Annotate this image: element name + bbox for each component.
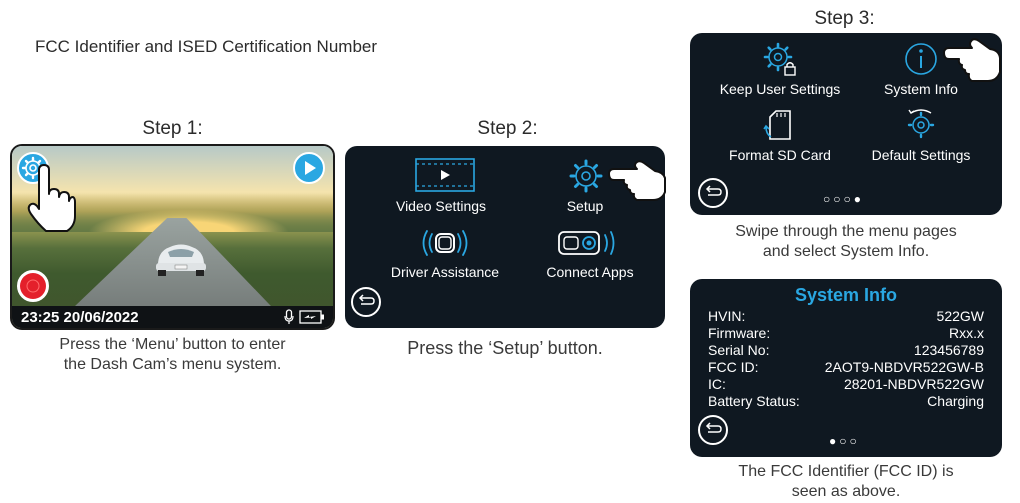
menu-page-4-screen: Keep User Settings System Info Format SD… [690, 33, 1002, 215]
format-sd-card-button[interactable]: Format SD Card [710, 107, 850, 165]
pointing-hand-icon [27, 164, 76, 232]
connect-apps-button[interactable]: Connect Apps [535, 226, 645, 282]
sd-card-format-icon [763, 110, 791, 140]
info-row-battery: Battery Status: Charging [708, 393, 984, 409]
system-info-caption: The FCC Identifier (FCC ID) is seen as a… [690, 462, 1002, 502]
driver-assistance-label: Driver Assistance [390, 264, 500, 280]
back-button[interactable] [698, 178, 728, 208]
system-info-label: System Info [884, 81, 958, 97]
playback-button[interactable] [293, 152, 325, 184]
step3-caption-line1: Swipe through the menu pages [735, 223, 957, 240]
microphone-icon [284, 309, 294, 324]
page-title: FCC Identifier and ISED Certification Nu… [35, 37, 378, 56]
keep-user-settings-button[interactable]: Keep User Settings [710, 41, 850, 99]
info-row-firmware: Firmware: Rxx.x [708, 325, 984, 341]
step1-label: Step 1: [142, 118, 203, 139]
driver-assistance-icon [422, 230, 468, 256]
system-info-title: System Info [794, 285, 898, 305]
timestamp: 23:25 20/06/2022 [21, 309, 139, 326]
info-value: 28201-NBDVR522GW [843, 376, 984, 392]
battery-charging-icon [299, 310, 324, 324]
default-settings-label: Default Settings [871, 147, 971, 163]
play-icon [305, 161, 316, 175]
back-arrow-icon [705, 185, 722, 196]
info-key: Battery Status: [708, 393, 800, 409]
step2-label: Step 2: [477, 118, 538, 139]
step3-caption: Swipe through the menu pages and select … [690, 222, 1002, 262]
format-sd-card-label: Format SD Card [729, 147, 831, 163]
system-info-screen: System Info HVIN: 522GW Firmware: Rxx.x … [690, 279, 1002, 457]
reset-gear-icon [907, 109, 935, 139]
info-value: 522GW [936, 308, 984, 324]
connect-apps-label: Connect Apps [546, 264, 634, 280]
page-indicator: ○○○● [823, 192, 864, 206]
system-info-caption-line2: seen as above. [791, 483, 901, 500]
page-indicator: ●○○ [829, 434, 860, 448]
step3-label: Step 3: [814, 8, 875, 29]
info-value: 123456789 [913, 342, 984, 358]
info-key: Firmware: [708, 325, 771, 341]
info-row-serial: Serial No: 123456789 [708, 342, 984, 358]
connect-apps-icon [558, 231, 615, 255]
info-row-ic: IC: 28201-NBDVR522GW [708, 376, 984, 392]
back-button[interactable] [351, 287, 381, 317]
pointing-hand-icon [943, 38, 1001, 82]
info-icon [905, 43, 937, 75]
back-button[interactable] [698, 415, 728, 445]
info-row-fcc-id: FCC ID: 2AOT9-NBDVR522GW-B [708, 359, 984, 375]
setup-gear-icon [569, 159, 603, 193]
info-key: Serial No: [708, 342, 770, 358]
info-value: Charging [927, 393, 984, 409]
record-button[interactable] [17, 270, 49, 302]
info-value: Rxx.x [949, 325, 984, 341]
video-settings-label: Video Settings [395, 198, 487, 214]
car-image [156, 244, 206, 276]
video-settings-icon [415, 158, 475, 192]
step1-caption-line1: Press the ‘Menu’ button to enter [59, 336, 286, 353]
back-arrow-icon [705, 422, 722, 433]
step2-caption: Press the ‘Setup’ button. [407, 338, 603, 358]
driver-assistance-button[interactable]: Driver Assistance [383, 226, 507, 282]
video-settings-button[interactable]: Video Settings [389, 156, 493, 216]
step1-caption-line2: the Dash Cam’s menu system. [63, 356, 282, 373]
keep-settings-gear-lock-icon [763, 42, 796, 76]
system-info-caption-line1: The FCC Identifier (FCC ID) is [738, 463, 954, 480]
status-bar: 23:25 20/06/2022 [12, 306, 333, 328]
info-key: HVIN: [708, 308, 746, 324]
back-arrow-icon [358, 294, 375, 305]
step3-caption-line2: and select System Info. [762, 243, 930, 260]
info-value: 2AOT9-NBDVR522GW-B [824, 359, 984, 375]
info-row-hvin: HVIN: 522GW [708, 308, 984, 324]
record-icon [20, 273, 46, 299]
info-key: IC: [708, 376, 726, 392]
step1-caption: Press the ‘Menu’ button to enter the Das… [10, 335, 335, 375]
main-menu-screen: Video Settings Setup Driver Assistance C… [345, 146, 666, 328]
keep-user-settings-label: Keep User Settings [719, 81, 841, 97]
dashcam-live-view-screen: 23:25 20/06/2022 [10, 144, 335, 330]
default-settings-button[interactable]: Default Settings [854, 107, 988, 165]
pointing-hand-icon [608, 160, 666, 201]
info-key: FCC ID: [708, 359, 759, 375]
